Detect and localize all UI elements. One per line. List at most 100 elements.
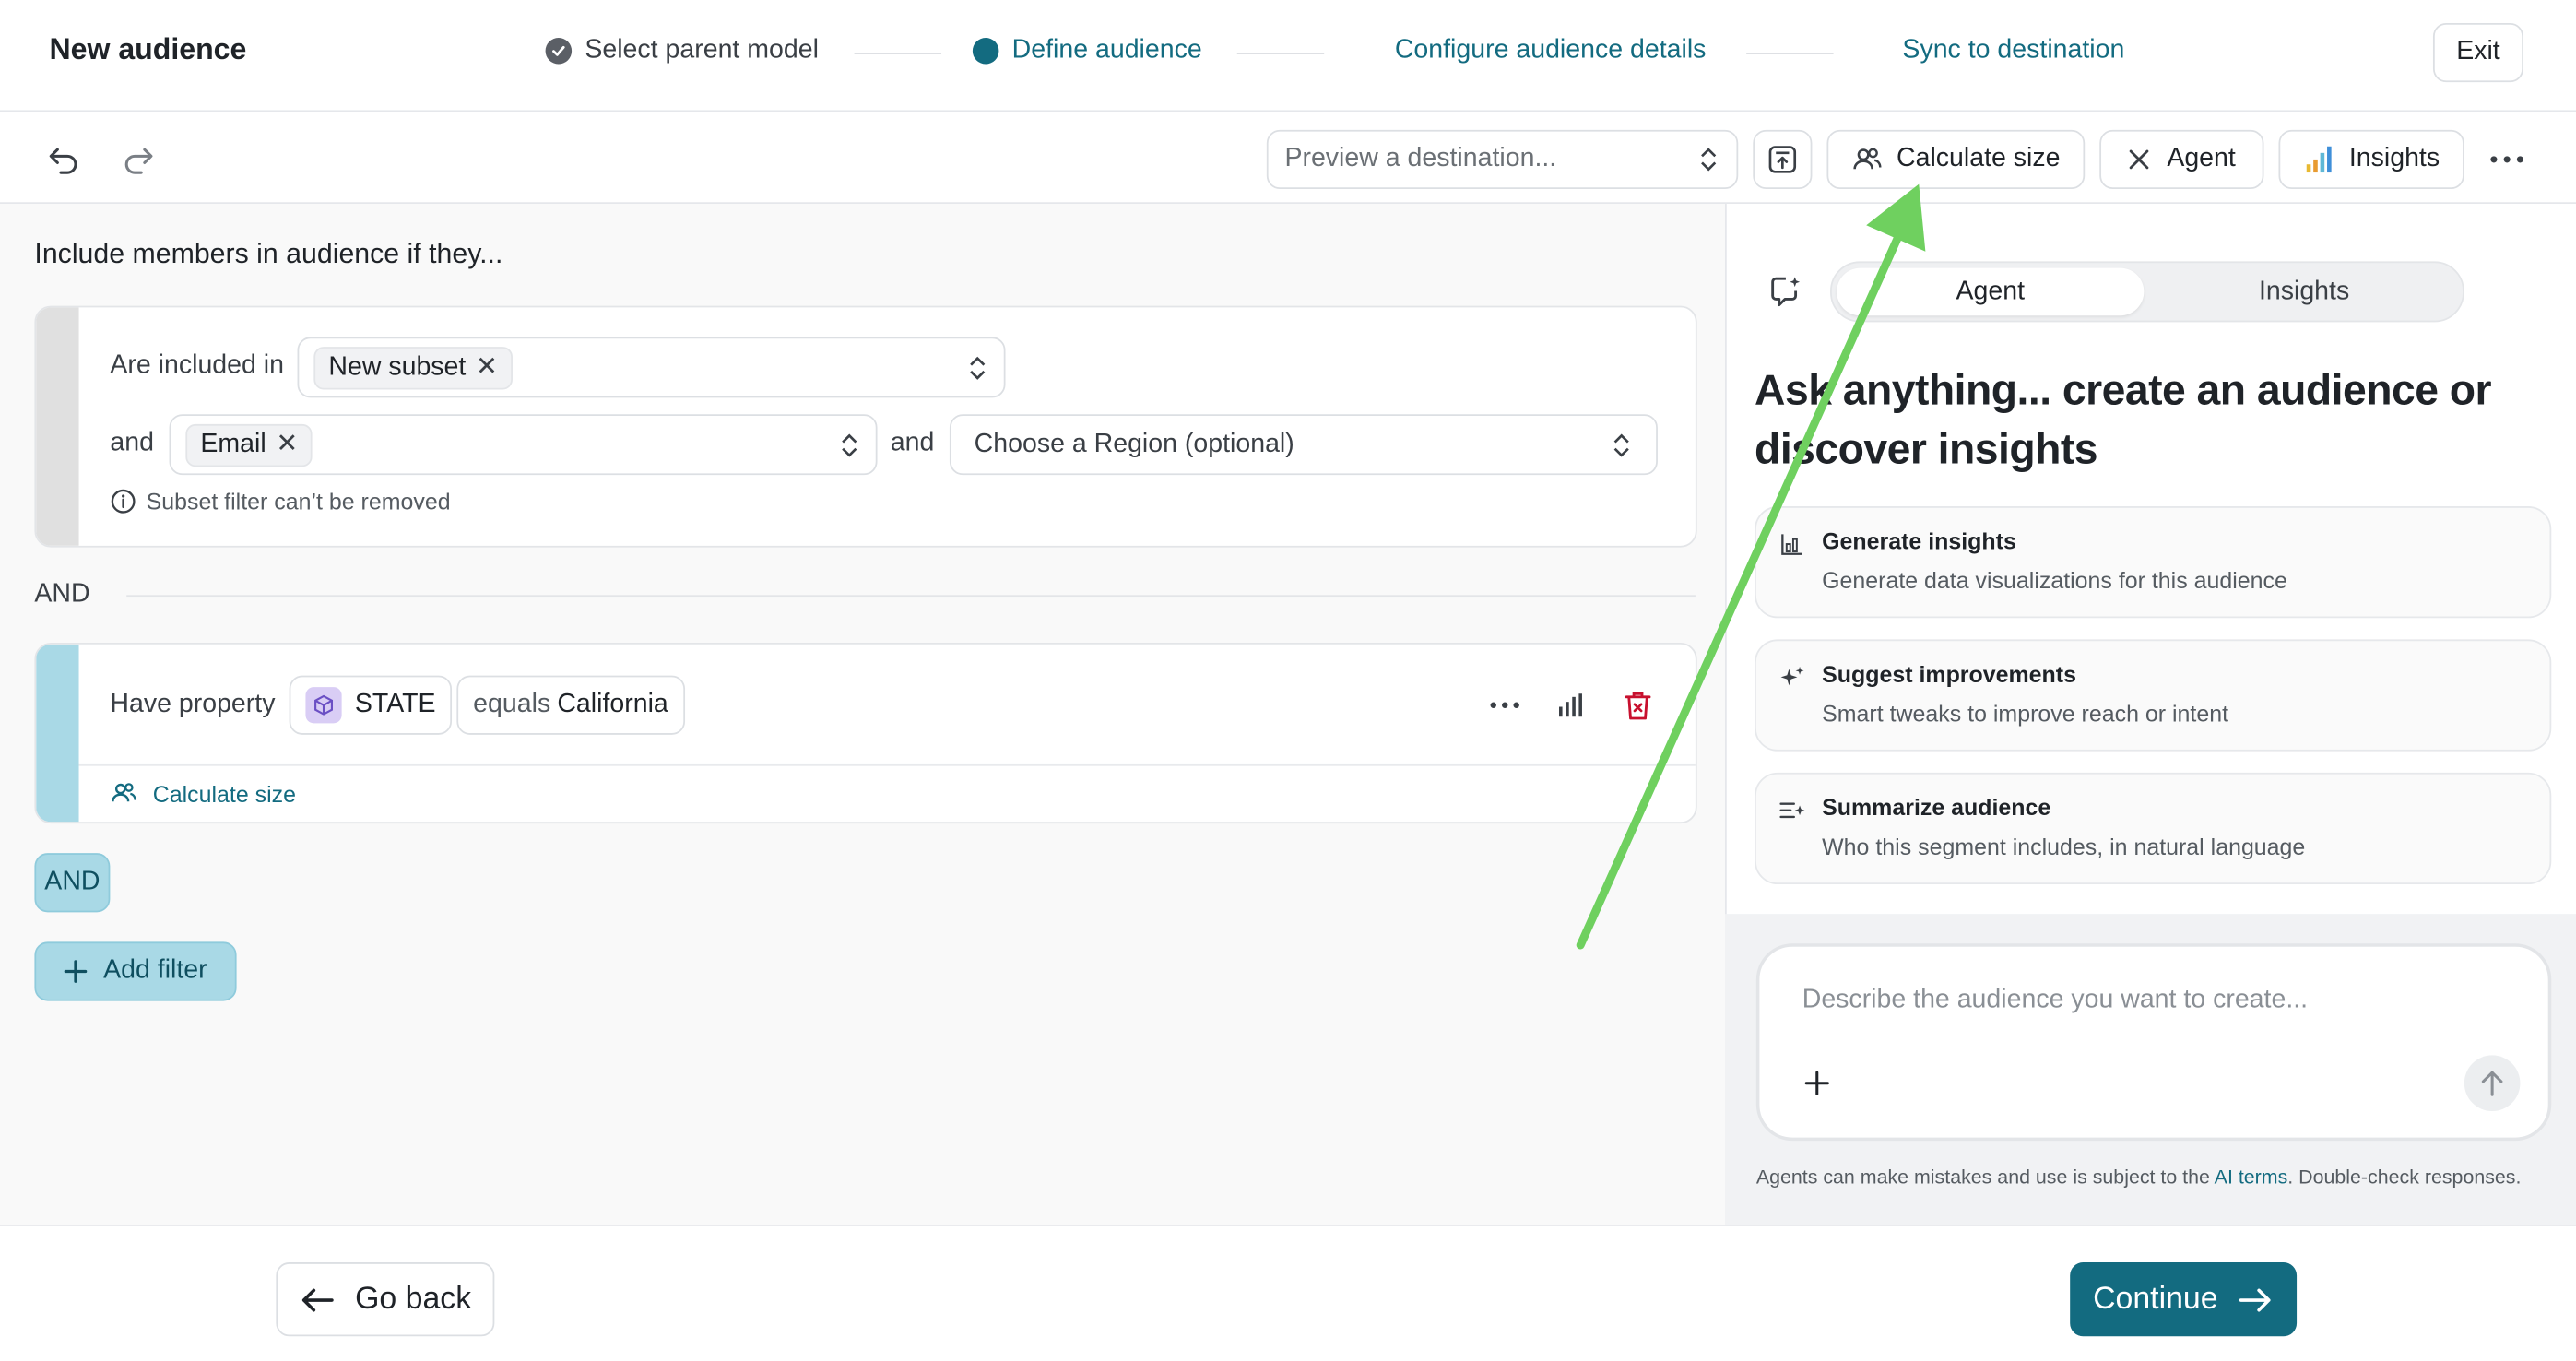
plus-icon xyxy=(64,960,88,983)
tab-insights[interactable]: Insights xyxy=(2150,268,2457,316)
operator-label: equals xyxy=(473,690,551,719)
calculate-size-label: Calculate size xyxy=(1896,144,2061,173)
upload-box-icon xyxy=(1768,146,1797,173)
go-back-button[interactable]: Go back xyxy=(276,1262,495,1337)
step-label: Select parent model xyxy=(585,36,819,65)
and-separator-label: AND xyxy=(34,580,90,609)
continue-button[interactable]: Continue xyxy=(2070,1262,2298,1337)
card-divider xyxy=(78,763,1696,766)
channel-select[interactable]: Email ✕ xyxy=(169,414,878,476)
region-select[interactable]: Choose a Region (optional) xyxy=(949,414,1658,476)
users-icon xyxy=(1853,148,1882,170)
arrow-up-icon xyxy=(2481,1071,2503,1096)
suggestion-description: Smart tweaks to improve reach or intent xyxy=(1822,700,2229,727)
active-step-dot-icon xyxy=(972,38,999,65)
property-selector[interactable]: STATE xyxy=(289,675,453,735)
chevron-up-down-icon xyxy=(842,432,857,456)
step-configure-audience-details[interactable]: Configure audience details xyxy=(1395,36,1707,65)
add-filter-label: Add filter xyxy=(103,956,207,985)
value-label: California xyxy=(557,690,668,719)
property-name: STATE xyxy=(354,690,436,719)
exit-button[interactable]: Exit xyxy=(2432,22,2523,83)
operator-value-selector[interactable]: equals California xyxy=(456,675,685,735)
subset-condition-card: Are included in New subset ✕ and Email ✕… xyxy=(34,305,1697,548)
redo-icon xyxy=(124,148,153,174)
check-circle-icon xyxy=(545,38,573,65)
builder-section-title: Include members in audience if they... xyxy=(34,238,503,270)
subset-select[interactable]: New subset ✕ xyxy=(297,337,1006,398)
calculate-size-link[interactable]: Calculate size xyxy=(110,779,296,807)
suggestion-description: Who this segment includes, in natural la… xyxy=(1822,833,2306,860)
remove-chip-icon[interactable]: ✕ xyxy=(476,353,498,381)
step-label: Sync to destination xyxy=(1902,36,2125,65)
agent-toggle-button[interactable]: Agent xyxy=(2099,129,2264,190)
send-button[interactable] xyxy=(2464,1055,2521,1112)
preview-destination-placeholder: Preview a destination... xyxy=(1284,144,1557,173)
channel-chip-label: Email xyxy=(200,430,266,458)
info-icon xyxy=(111,489,136,514)
redo-button[interactable] xyxy=(117,138,160,181)
subset-filter-note: Subset filter can’t be removed xyxy=(110,488,451,515)
go-back-label: Go back xyxy=(355,1281,472,1316)
and-toggle-badge[interactable]: AND xyxy=(34,853,111,913)
tab-agent[interactable]: Agent xyxy=(1837,267,2145,316)
condition-more-button[interactable] xyxy=(1485,684,1525,727)
and-separator-line xyxy=(126,595,1696,598)
and-connector-label: and xyxy=(890,429,935,457)
suggestion-title: Suggest improvements xyxy=(1822,660,2077,688)
ai-disclaimer: Agents can make mistakes and use is subj… xyxy=(1756,1166,2522,1189)
step-connector xyxy=(854,53,942,54)
insights-button[interactable]: Insights xyxy=(2278,129,2464,190)
add-filter-button[interactable]: Add filter xyxy=(34,941,237,1001)
step-define-audience[interactable]: Define audience xyxy=(972,36,1202,65)
undo-button[interactable] xyxy=(42,138,85,181)
delete-condition-button[interactable] xyxy=(1618,684,1658,727)
cube-icon xyxy=(305,687,342,724)
chat-composer xyxy=(1755,943,2552,1142)
top-bar xyxy=(0,0,2576,112)
step-select-parent-model[interactable]: Select parent model xyxy=(545,36,819,65)
suggestion-summarize-audience[interactable]: Summarize audience Who this segment incl… xyxy=(1755,772,2552,885)
suggestion-description: Generate data visualizations for this au… xyxy=(1822,567,2287,594)
have-property-label: Have property xyxy=(110,690,276,719)
undo-icon xyxy=(49,148,77,174)
insights-label: Insights xyxy=(2348,144,2440,173)
suggestion-generate-insights[interactable]: Generate insights Generate data visualiz… xyxy=(1755,506,2552,619)
included-in-label: Are included in xyxy=(110,351,284,380)
and-connector-label: and xyxy=(110,429,154,457)
page-title: New audience xyxy=(49,32,247,66)
suggestion-title: Summarize audience xyxy=(1822,794,2051,821)
chat-input[interactable] xyxy=(1802,986,2493,1016)
step-sync-to-destination[interactable]: Sync to destination xyxy=(1902,36,2124,65)
new-chat-button[interactable] xyxy=(1765,269,1807,312)
trash-icon xyxy=(1625,692,1651,720)
condition-stripe xyxy=(36,307,79,546)
more-options-button[interactable] xyxy=(2484,138,2530,181)
condition-breakdown-button[interactable] xyxy=(1551,684,1590,727)
export-button[interactable] xyxy=(1753,129,1813,190)
chevron-up-down-icon xyxy=(1701,148,1717,172)
channel-chip: Email ✕ xyxy=(185,423,313,467)
calculate-size-button[interactable]: Calculate size xyxy=(1826,129,2086,190)
property-condition-card: Have property STATE equals California Ca… xyxy=(34,643,1697,824)
chevron-up-down-icon xyxy=(970,355,986,379)
sparkle-icon xyxy=(1780,666,1804,686)
chevron-up-down-icon xyxy=(1613,432,1629,456)
suggestion-suggest-improvements[interactable]: Suggest improvements Smart tweaks to imp… xyxy=(1755,639,2552,752)
more-horizontal-icon xyxy=(2490,156,2523,163)
list-sparkle-icon xyxy=(1779,802,1805,819)
arrow-right-icon xyxy=(2239,1287,2271,1311)
chart-icon xyxy=(1781,534,1802,555)
remove-chip-icon[interactable]: ✕ xyxy=(276,431,298,458)
agent-insights-tabs: Agent Insights xyxy=(1830,261,2464,323)
ai-terms-link[interactable]: AI terms xyxy=(2215,1166,2288,1189)
step-label: Define audience xyxy=(1011,36,1202,65)
calculate-size-link-label: Calculate size xyxy=(152,779,297,807)
continue-label: Continue xyxy=(2093,1281,2218,1316)
more-horizontal-icon xyxy=(1490,702,1519,708)
disclaimer-text: Agents can make mistakes and use is subj… xyxy=(1755,1165,2215,1189)
step-connector xyxy=(1236,53,1325,54)
region-placeholder: Choose a Region (optional) xyxy=(974,430,1294,458)
attach-button[interactable] xyxy=(1799,1065,1835,1101)
preview-destination-select[interactable]: Preview a destination... xyxy=(1266,129,1739,190)
